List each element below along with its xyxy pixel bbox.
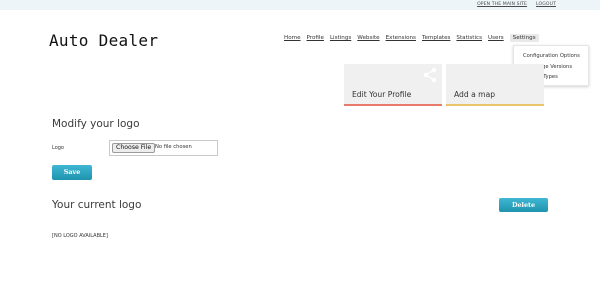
menu-item-configuration-options[interactable]: Configuration Options xyxy=(523,51,588,62)
nav-listings[interactable]: Listings xyxy=(330,35,351,42)
nav-settings[interactable]: Settings xyxy=(509,34,539,42)
delete-button[interactable]: Delete xyxy=(499,198,548,212)
edit-profile-label: Edit Your Profile xyxy=(352,90,412,99)
logo-field-label: Logo xyxy=(52,145,64,151)
add-map-tile[interactable]: Add a map xyxy=(446,64,544,106)
site-logo: Auto Dealer xyxy=(49,31,159,50)
file-status-text: No file chosen xyxy=(155,144,192,150)
open-main-site-link[interactable]: OPEN THE MAIN SITE xyxy=(477,2,527,7)
edit-profile-tile[interactable]: Edit Your Profile xyxy=(344,64,442,106)
share-icon xyxy=(423,67,437,83)
logo-file-input[interactable]: Choose File No file chosen xyxy=(109,140,218,156)
top-links: OPEN THE MAIN SITE LOGOUT xyxy=(477,2,556,7)
nav-templates[interactable]: Templates xyxy=(422,35,450,42)
nav-website[interactable]: Website xyxy=(357,35,379,42)
modify-logo-title: Modify your logo xyxy=(52,118,140,130)
choose-file-button[interactable]: Choose File xyxy=(112,143,156,153)
main-nav: Home Profile Listings Website Extensions… xyxy=(284,34,545,42)
nav-extensions[interactable]: Extensions xyxy=(386,35,416,42)
nav-home[interactable]: Home xyxy=(284,35,301,42)
nav-profile[interactable]: Profile xyxy=(307,35,324,42)
save-button[interactable]: Save xyxy=(52,165,92,180)
nav-statistics[interactable]: Statistics xyxy=(456,35,482,42)
add-map-label: Add a map xyxy=(454,90,496,99)
current-logo-title: Your current logo xyxy=(52,199,142,211)
no-logo-text: [NO LOGO AVAILABLE] xyxy=(52,233,108,239)
nav-users[interactable]: Users xyxy=(488,35,504,42)
logout-link[interactable]: LOGOUT xyxy=(536,2,556,7)
